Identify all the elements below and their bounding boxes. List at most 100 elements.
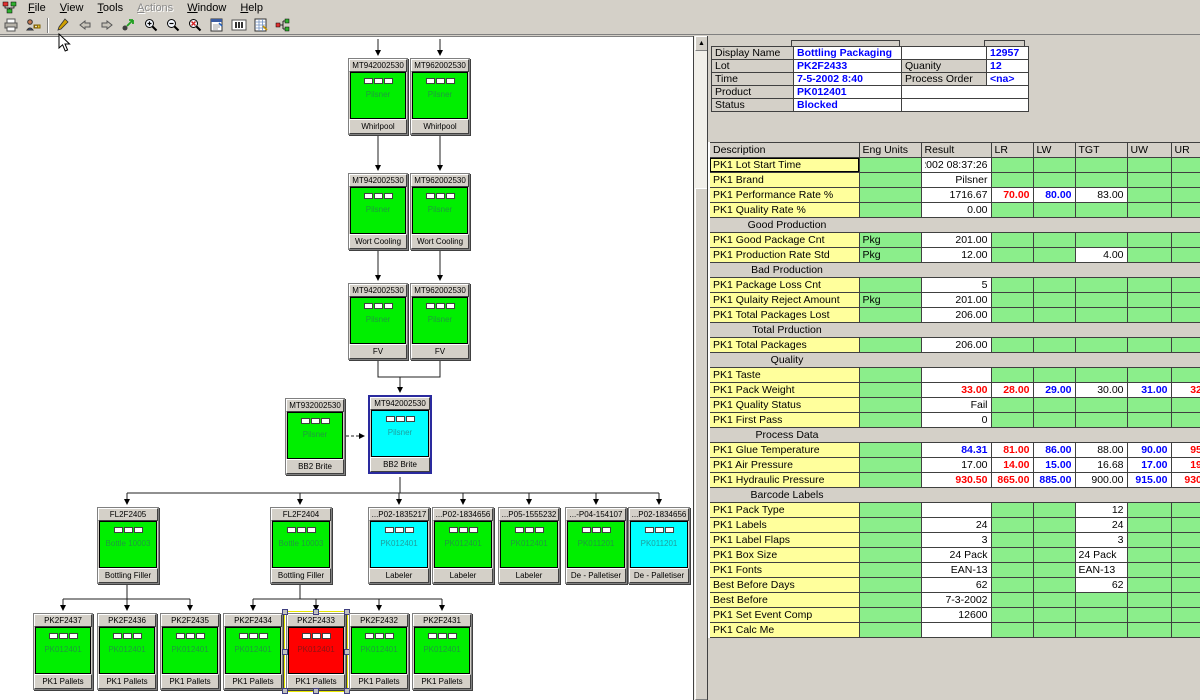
column-header[interactable]: LR (991, 143, 1033, 158)
description-cell[interactable]: PK1 First Pass (709, 413, 859, 428)
description-cell[interactable]: Best Before (709, 593, 859, 608)
forward-arrow-icon[interactable] (97, 17, 117, 34)
zoom-out-icon[interactable] (163, 17, 183, 34)
column-header[interactable]: TGT (1075, 143, 1127, 158)
column-header[interactable]: Description (709, 143, 859, 158)
login-key-icon[interactable] (23, 17, 43, 34)
status-boxes-icon (49, 633, 78, 639)
genealogy-node[interactable]: MT962002530PilsnerWort Cooling (410, 173, 470, 250)
description-cell[interactable]: PK1 Good Package Cnt (709, 233, 859, 248)
genealogy-node[interactable]: MT942002530PilsnerWort Cooling (348, 173, 408, 250)
description-cell[interactable]: PK1 Total Packages Lost (709, 308, 859, 323)
description-cell[interactable]: PK1 Quality Status (709, 398, 859, 413)
genealogy-node[interactable]: PK2F2435PK012401PK1 Pallets (160, 613, 220, 690)
genealogy-node[interactable]: ...P02-1834656PK012401Labeler (432, 507, 494, 584)
column-header[interactable]: UW (1127, 143, 1171, 158)
genealogy-node[interactable]: FL2F2405Bottle 10003Bottling Filler (97, 507, 159, 584)
genealogy-node[interactable]: ...P05-1555232PK012401Labeler (498, 507, 560, 584)
eng-units-cell (859, 593, 921, 608)
genealogy-node[interactable]: MT942002530PilsnerFV (348, 283, 408, 360)
eng-units-cell (859, 383, 921, 398)
menu-item-file[interactable]: File (21, 1, 53, 15)
lr-cell (991, 338, 1033, 353)
info-value: PK012401 (794, 86, 902, 99)
genealogy-node[interactable]: PK2F2437PK012401PK1 Pallets (33, 613, 93, 690)
column-header[interactable]: Result (921, 143, 991, 158)
column-header[interactable]: Eng Units (859, 143, 921, 158)
selection-handle[interactable] (282, 688, 288, 694)
description-cell[interactable]: PK1 Label Flaps (709, 533, 859, 548)
genealogy-node[interactable]: PK2F2432PK012401PK1 Pallets (349, 613, 409, 690)
node-body: PK012401 (225, 627, 281, 674)
description-cell[interactable]: PK1 Box Size (709, 548, 859, 563)
description-cell[interactable]: PK1 Brand (709, 173, 859, 188)
zoom-in-icon[interactable] (141, 17, 161, 34)
selection-handle[interactable] (313, 688, 319, 694)
description-cell[interactable]: PK1 Production Rate Std (709, 248, 859, 263)
genealogy-node[interactable]: MT962002530PilsnerFV (410, 283, 470, 360)
barcode-icon[interactable] (229, 17, 249, 34)
node-unit: PK1 Pallets (287, 674, 345, 689)
node-unit: PK1 Pallets (34, 674, 92, 689)
tgt-cell: 16.68 (1075, 458, 1127, 473)
lr-cell (991, 623, 1033, 638)
lr-cell (991, 173, 1033, 188)
description-cell[interactable]: PK1 Package Loss Cnt (709, 278, 859, 293)
genealogy-node[interactable]: PK2F2434PK012401PK1 Pallets (223, 613, 283, 690)
description-cell[interactable]: PK1 Total Packages (709, 338, 859, 353)
genealogy-node[interactable]: MT932002530PilsnerBB2 Brite (285, 398, 345, 475)
chart-vertical-scrollbar[interactable]: ▲ (693, 36, 707, 700)
info-value: 12 (987, 60, 1029, 73)
zoom-reset-icon[interactable] (185, 17, 205, 34)
menu-item-help[interactable]: Help (233, 1, 270, 15)
menu-item-window[interactable]: Window (180, 1, 233, 15)
genealogy-icon[interactable] (273, 17, 293, 34)
genealogy-node[interactable]: MT942002530PilsnerWhirlpool (348, 58, 408, 135)
genealogy-node[interactable]: ...P02-1835217PK012401Labeler (368, 507, 430, 584)
genealogy-node[interactable]: PK2F2433PK012401PK1 Pallets (286, 613, 346, 690)
genealogy-node[interactable]: ...P02-1834656PK011201De - Palletiser (628, 507, 690, 584)
uw-cell: 915.00 (1127, 473, 1171, 488)
description-cell[interactable]: PK1 Calc Me (709, 623, 859, 638)
back-arrow-icon[interactable] (75, 17, 95, 34)
description-cell[interactable]: PK1 Air Pressure (709, 458, 859, 473)
description-cell[interactable]: PK1 Pack Weight (709, 383, 859, 398)
selection-handle[interactable] (282, 609, 288, 615)
menu-item-view[interactable]: View (53, 1, 91, 15)
description-cell[interactable]: PK1 Hydraulic Pressure (709, 473, 859, 488)
edit-pencil-icon[interactable] (53, 17, 73, 34)
description-cell[interactable]: PK1 Labels (709, 518, 859, 533)
description-cell[interactable]: Best Before Days (709, 578, 859, 593)
description-cell[interactable]: PK1 Quality Rate % (709, 203, 859, 218)
genealogy-node[interactable]: FL2F2404Bottle 10003Bottling Filler (270, 507, 332, 584)
genealogy-node[interactable]: PK2F2436PK012401PK1 Pallets (97, 613, 157, 690)
node-id: PK2F2434 (224, 614, 282, 627)
description-cell[interactable]: PK1 Lot Start Time (709, 158, 859, 173)
description-cell[interactable]: PK1 Performance Rate % (709, 188, 859, 203)
menu-item-tools[interactable]: Tools (90, 1, 130, 15)
description-cell[interactable]: PK1 Qulaity Reject Amount (709, 293, 859, 308)
result-cell: 7-5-2002 08:37:26 (921, 158, 991, 173)
column-header[interactable]: LW (1033, 143, 1075, 158)
description-cell[interactable]: PK1 Set Event Comp (709, 608, 859, 623)
ur-cell (1171, 503, 1200, 518)
description-cell[interactable]: PK1 Glue Temperature (709, 443, 859, 458)
genealogy-node[interactable]: MT942002530PilsnerBB2 Brite (368, 395, 432, 474)
selection-handle[interactable] (282, 649, 288, 655)
genealogy-node[interactable]: ...-P04-154107PK011201De - Palletiser (565, 507, 627, 584)
node-product: Bottle 10003 (279, 539, 324, 548)
sheet-icon[interactable] (251, 17, 271, 34)
print-icon[interactable] (1, 17, 21, 34)
description-cell[interactable]: PK1 Taste (709, 368, 859, 383)
lr-cell (991, 308, 1033, 323)
eng-units-cell (859, 473, 921, 488)
description-cell[interactable]: PK1 Fonts (709, 563, 859, 578)
selection-handle[interactable] (313, 609, 319, 615)
drilldown-icon[interactable] (119, 17, 139, 34)
genealogy-node[interactable]: MT962002530PilsnerWhirlpool (410, 58, 470, 135)
description-cell[interactable]: PK1 Pack Type (709, 503, 859, 518)
genealogy-node[interactable]: PK2F2431PK012401PK1 Pallets (412, 613, 472, 690)
report-icon[interactable] (207, 17, 227, 34)
lr-cell (991, 413, 1033, 428)
column-header[interactable]: UR (1171, 143, 1200, 158)
